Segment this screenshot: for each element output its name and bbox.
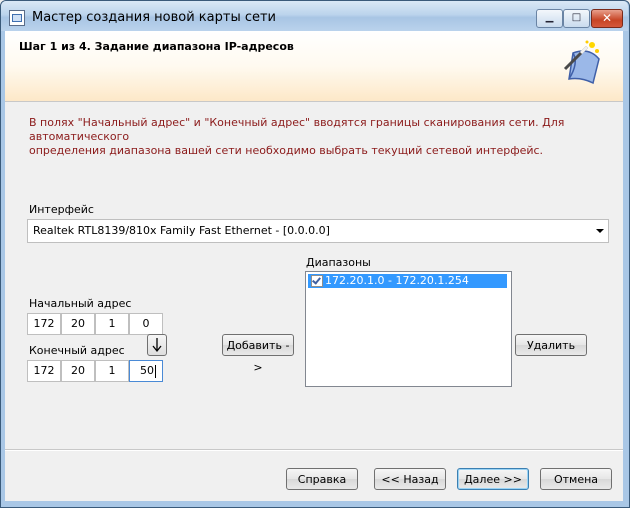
- range-text: 172.20.1.0 - 172.20.1.254: [325, 274, 469, 287]
- close-button[interactable]: ✕: [591, 9, 623, 28]
- app-icon: [9, 10, 25, 26]
- copy-start-to-end-button[interactable]: [147, 334, 167, 356]
- maximize-button[interactable]: □: [563, 9, 590, 28]
- next-button[interactable]: Далее >>: [457, 468, 529, 490]
- start-address-octet-3[interactable]: 1: [95, 313, 129, 335]
- interface-dropdown-value: Realtek RTL8139/810x Family Fast Etherne…: [33, 224, 330, 237]
- footer-divider: [5, 449, 623, 451]
- wizard-client-area: Шаг 1 из 4. Задание диапазона IP-адресов…: [5, 31, 623, 501]
- start-address-label: Начальный адрес: [29, 297, 132, 310]
- text-caret: [155, 364, 156, 378]
- end-address-octet-3[interactable]: 1: [95, 360, 129, 382]
- arrow-down-icon: [152, 338, 162, 353]
- end-address-octet-4-value: 50: [140, 364, 154, 377]
- ranges-label: Диапазоны: [306, 256, 371, 269]
- chevron-down-icon[interactable]: [596, 229, 604, 233]
- list-item[interactable]: 172.20.1.0 - 172.20.1.254: [308, 274, 507, 288]
- start-address-octet-2[interactable]: 20: [61, 313, 95, 335]
- step-title: Шаг 1 из 4. Задание диапазона IP-адресов: [19, 40, 294, 53]
- back-button[interactable]: << Назад: [374, 468, 446, 490]
- range-checkbox[interactable]: [311, 275, 323, 287]
- help-button[interactable]: Справка: [286, 468, 358, 490]
- ranges-list[interactable]: 172.20.1.0 - 172.20.1.254: [305, 271, 512, 387]
- end-address-octet-2[interactable]: 20: [61, 360, 95, 382]
- add-range-button[interactable]: Добавить ->: [222, 334, 294, 374]
- instructions-line-2: определения диапазона вашей сети необход…: [29, 144, 544, 157]
- window-title: Мастер создания новой карты сети: [32, 10, 277, 25]
- interface-dropdown[interactable]: Realtek RTL8139/810x Family Fast Etherne…: [27, 219, 609, 243]
- end-address-octet-4[interactable]: 50: [129, 360, 163, 382]
- cancel-button[interactable]: Отмена: [540, 468, 612, 490]
- wizard-header: Шаг 1 из 4. Задание диапазона IP-адресов: [5, 31, 623, 102]
- instructions-text: В полях "Начальный адрес" и "Конечный ад…: [29, 116, 609, 158]
- end-address-label: Конечный адрес: [29, 344, 125, 357]
- title-bar[interactable]: Мастер создания новой карты сети ▁ □ ✕: [1, 1, 628, 31]
- instructions-line-1: В полях "Начальный адрес" и "Конечный ад…: [29, 116, 565, 143]
- start-address-octet-4[interactable]: 0: [129, 313, 163, 335]
- delete-range-button[interactable]: Удалить: [515, 334, 587, 356]
- interface-label: Интерфейс: [29, 203, 94, 216]
- end-address-octet-1[interactable]: 172: [27, 360, 61, 382]
- start-address-octet-1[interactable]: 172: [27, 313, 61, 335]
- magic-wand-scroll-icon: [563, 40, 600, 85]
- minimize-button[interactable]: ▁: [536, 9, 563, 28]
